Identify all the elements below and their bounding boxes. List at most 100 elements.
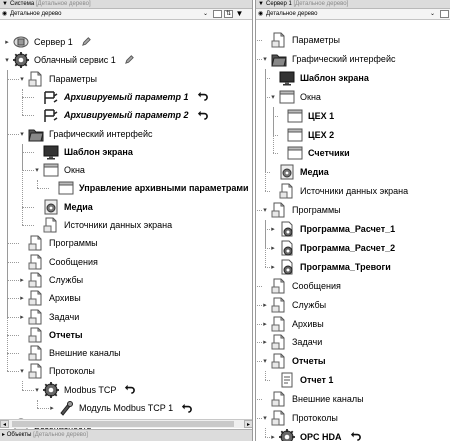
document-icon <box>27 289 45 307</box>
tree-item[interactable]: ▾ Протоколы <box>17 361 95 381</box>
window-icon <box>57 179 75 197</box>
toolbar-button-empty[interactable] <box>213 10 222 18</box>
document-icon <box>270 352 288 370</box>
undo-arrow-icon[interactable] <box>197 109 208 122</box>
toolbar-button-empty[interactable] <box>440 10 449 18</box>
tree-item[interactable]: ▸ Задачи <box>17 307 79 327</box>
tree-item[interactable]: ▾ Отчеты <box>260 351 326 371</box>
tree-item[interactable]: Архивируемый параметр 2 <box>32 105 208 125</box>
server-panel-titlebar[interactable]: ▼ Сервер 1 [Детальное дерево] <box>256 0 450 9</box>
objects-panel-titlebar[interactable]: ▸ Объекты [Детальное дерево] <box>0 429 252 441</box>
scrollbar-thumb[interactable] <box>12 421 234 427</box>
tree-item-label: Графический интерфейс <box>292 53 396 64</box>
media-icon <box>42 198 60 216</box>
scroll-left-icon[interactable]: ◂ <box>0 420 9 428</box>
collapse-arrow-icon[interactable]: ▾ <box>2 56 12 64</box>
scroll-right-icon[interactable]: ▸ <box>244 420 252 428</box>
tree-item[interactable]: Архивируемый параметр 1 <box>32 87 208 107</box>
tree-item-label: Источники данных экрана <box>300 186 409 197</box>
tree-item-label: Шаблон экрана <box>300 72 369 83</box>
tree-item[interactable]: ▸ Модуль Modbus TCP 1 <box>47 398 192 418</box>
tree-item[interactable]: ▸ Программа_Расчет_2 <box>268 238 395 258</box>
pencil-icon[interactable] <box>124 54 135 67</box>
document-icon <box>270 390 288 408</box>
tree-item[interactable]: Медиа <box>268 162 329 182</box>
tree-item[interactable]: Программы <box>17 233 98 253</box>
tree-connector <box>265 436 270 438</box>
document-icon <box>27 70 45 88</box>
tree-item[interactable]: ▾ Окна <box>32 160 85 180</box>
tree-item[interactable]: ЦЕХ 2 <box>276 125 334 145</box>
tree-connector <box>273 153 278 155</box>
tree-item[interactable]: Сообщения <box>260 276 341 296</box>
tree-item[interactable]: ▸ Сервер 1 <box>2 32 92 52</box>
tree-item[interactable]: ▸ Архивы <box>17 288 81 308</box>
tree-item[interactable]: Отчет 1 <box>268 370 333 390</box>
view-select[interactable]: ◉ Детальное дерево ⌄ ⇅ ▼ <box>0 9 252 20</box>
view-select[interactable]: ◉ Детальное дерево ⌄ <box>256 9 450 20</box>
window-icon <box>286 107 304 125</box>
tree-item[interactable]: Шаблон экрана <box>32 142 133 162</box>
tree-item-label: Модуль Modbus TCP 1 <box>79 403 174 413</box>
program-icon <box>278 258 296 276</box>
tree-connector <box>7 371 19 373</box>
tree-connector <box>37 188 49 190</box>
tree-item[interactable]: Медиа <box>32 197 93 217</box>
undo-arrow-icon[interactable] <box>197 90 208 103</box>
tree-item[interactable]: ▾ Графический интерфейс <box>17 124 152 144</box>
tree-item[interactable]: ▸ Программа_Тревоги <box>268 257 391 277</box>
undo-arrow-icon[interactable] <box>181 402 192 415</box>
folder-icon <box>27 125 45 143</box>
module-icon <box>57 399 75 417</box>
collapse-arrow-icon[interactable]: ▼ <box>2 0 10 8</box>
tree-item[interactable]: Внешние каналы <box>17 343 121 363</box>
tree-item[interactable]: ▸ Программа_Расчет_1 <box>268 219 395 239</box>
tree-item[interactable]: ▸ Архивы <box>260 314 324 334</box>
system-panel-titlebar[interactable]: ▼ Система [Детальное дерево] <box>0 0 252 9</box>
tree-item[interactable]: Шаблон экрана <box>268 68 369 88</box>
tree-connector <box>7 316 19 318</box>
gear-icon <box>42 381 60 399</box>
expand-arrow-icon[interactable]: ▸ <box>2 38 12 46</box>
filter-icon[interactable]: ▼ <box>235 10 244 18</box>
expand-arrow-icon[interactable]: ▸ <box>2 432 5 438</box>
system-tree: ▸ Сервер 1 ▾ Облачный сервис 1 ▾ Параметры Арх… <box>0 27 252 434</box>
chevron-down-icon[interactable]: ⌄ <box>203 9 208 19</box>
tree-item[interactable]: Параметры <box>260 30 340 50</box>
tree-connector <box>273 106 274 154</box>
collapse-arrow-icon[interactable]: ▼ <box>258 0 266 8</box>
tree-item[interactable]: Внешние каналы <box>260 389 364 409</box>
tree-item[interactable]: ▾ Modbus TCP <box>32 380 136 400</box>
tree-item[interactable]: ▾ Программы <box>260 200 341 220</box>
chevron-down-icon[interactable]: ⌄ <box>430 9 435 19</box>
tree-item[interactable]: ▸ Службы <box>260 295 326 315</box>
tree-item[interactable]: ▸ Службы <box>17 270 83 290</box>
document-icon <box>270 201 288 219</box>
tree-item[interactable]: Отчеты <box>17 325 83 345</box>
tree-item[interactable]: ▾ Окна <box>268 87 321 107</box>
tree-item[interactable]: Управление архивными параметрами <box>47 178 249 198</box>
horizontal-scrollbar[interactable]: ◂ ▸ <box>0 419 252 428</box>
tree-item[interactable]: Источники данных экрана <box>32 215 172 235</box>
document-icon <box>27 271 45 289</box>
tree-item-label: Задачи <box>292 337 323 348</box>
tree-item[interactable]: Сообщения <box>17 252 98 272</box>
tree-item-label: Протоколы <box>49 366 95 377</box>
tree-connector <box>22 115 34 117</box>
tree-item[interactable]: ЦЕХ 1 <box>276 106 334 126</box>
undo-arrow-icon[interactable] <box>350 430 361 441</box>
tree-item-label: Источники данных экрана <box>64 220 173 230</box>
tree-item[interactable]: ▾ Протоколы <box>260 408 338 428</box>
tree-connector <box>7 133 19 135</box>
tree-item-label: Архивируемый параметр 1 <box>64 91 189 102</box>
tree-item[interactable]: ▸ OPC HDA <box>268 427 361 441</box>
tree-item[interactable]: Счетчики <box>276 143 350 163</box>
tree-item[interactable]: ▾ Облачный сервис 1 <box>2 50 135 70</box>
undo-arrow-icon[interactable] <box>124 383 136 396</box>
tree-item[interactable]: ▾ Параметры <box>17 69 97 89</box>
pencil-icon[interactable] <box>81 36 92 49</box>
tree-item[interactable]: ▾ Графический интерфейс <box>260 49 395 69</box>
tree-item[interactable]: ▸ Задачи <box>260 332 322 352</box>
sort-button[interactable]: ⇅ <box>224 10 233 18</box>
tree-item[interactable]: Источники данных экрана <box>268 181 408 201</box>
